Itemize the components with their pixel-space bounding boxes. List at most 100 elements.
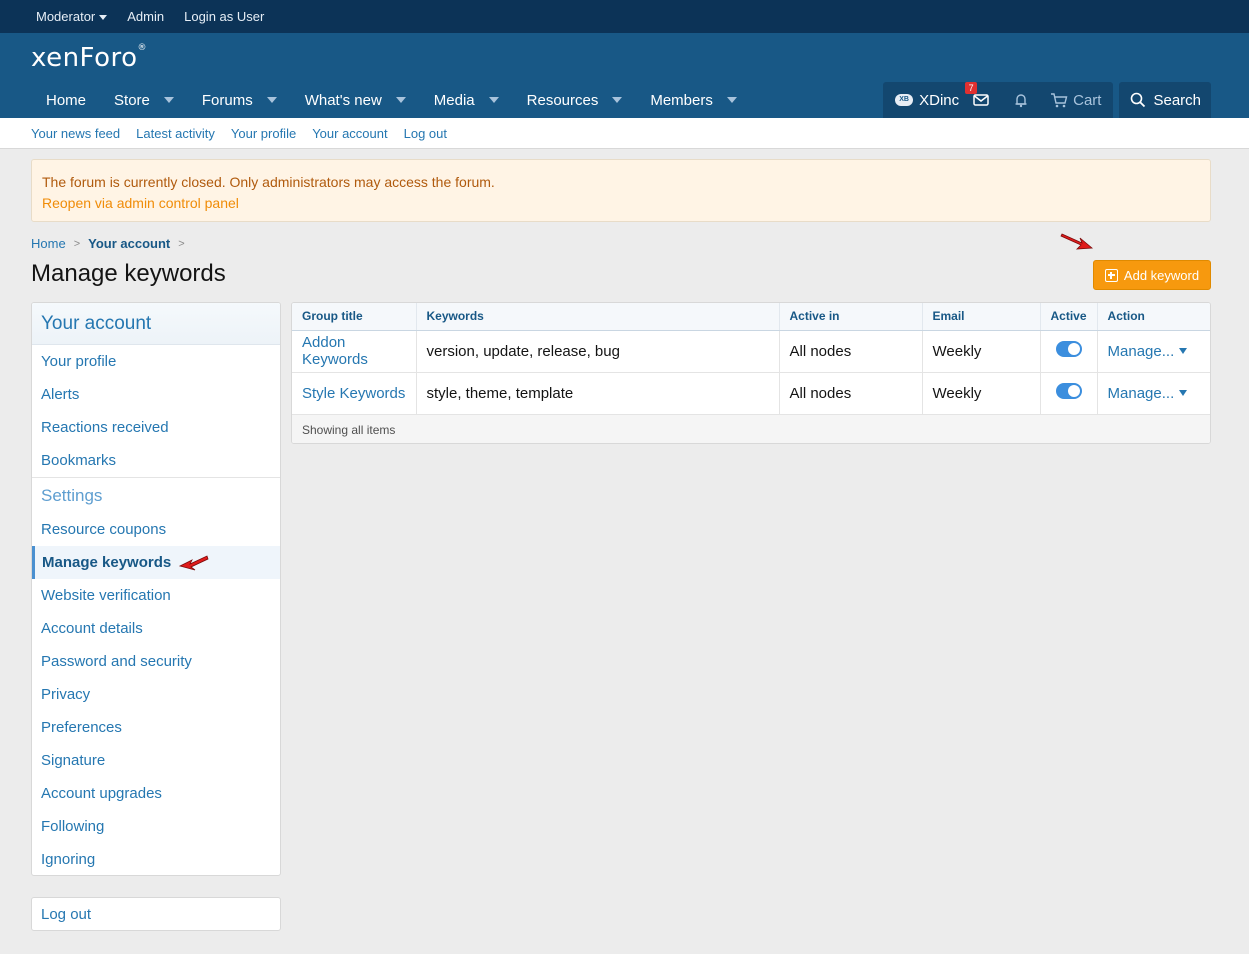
annotation-arrow-icon [179,554,209,570]
cart-link[interactable]: Cart [1049,90,1101,110]
nav-media-label: Media [433,91,475,109]
inbox-badge: 7 [965,82,978,94]
login-as-user-link[interactable]: Login as User [184,9,264,24]
sidebar-item-preferences[interactable]: Preferences [32,711,280,744]
col-active[interactable]: Active [1040,303,1098,331]
nav-store-label: Store [114,91,150,109]
chevron-down-icon[interactable] [612,97,623,103]
chevron-down-icon [99,15,108,21]
site-logo[interactable]: xenForo® [31,43,147,73]
breadcrumb-your-account[interactable]: Your account [88,236,170,251]
col-action: Action [1097,303,1210,331]
sidebar-logout[interactable]: Log out [31,897,281,931]
subnav-latest-activity[interactable]: Latest activity [136,126,215,141]
keywords-cell: style, theme, template [416,372,780,415]
moderator-menu[interactable]: Moderator [36,9,108,24]
group-title-cell[interactable]: Style Keywords [292,372,417,415]
forum-closed-notice: The forum is currently closed. Only admi… [31,159,1211,222]
annotation-arrow-icon [1060,233,1094,250]
group-title-cell[interactable]: Addon Keywords [292,330,417,373]
sidebar-item-signature[interactable]: Signature [32,744,280,777]
active-in-cell: All nodes [779,372,923,415]
nav-home-label: Home [46,91,87,109]
nav-store[interactable]: Store [100,82,188,118]
bell-icon [1015,94,1027,108]
breadcrumb-home[interactable]: Home [31,236,66,251]
nav-whats-new[interactable]: What's new [291,82,420,118]
chevron-down-icon[interactable] [726,97,737,103]
sidebar-item-account-details[interactable]: Account details [32,612,280,645]
active-toggle[interactable] [1055,383,1082,399]
manage-menu[interactable]: Manage... [1108,385,1200,402]
search-label: Search [1153,91,1201,109]
sidebar-item-manage-keywords[interactable]: Manage keywords [32,546,280,579]
keywords-table: Group title Keywords Active in Email Act… [292,303,1210,415]
col-keywords[interactable]: Keywords [416,303,780,331]
add-keyword-button[interactable]: Add keyword [1093,260,1211,290]
sidebar-item-password-security[interactable]: Password and security [32,645,280,678]
nav-forums-label: Forums [201,91,253,109]
subnav-your-profile[interactable]: Your profile [231,126,296,141]
sidebar-item-resource-coupons[interactable]: Resource coupons [32,513,280,546]
nav-forums[interactable]: Forums [188,82,291,118]
chevron-down-icon[interactable] [488,97,499,103]
nav-members[interactable]: Members [636,82,751,118]
nav-right: XB XDinc 7 Cart Search [883,82,1211,118]
search-button[interactable]: Search [1119,82,1211,118]
account-sidebar: Your account Your profile Alerts Reactio… [31,302,281,876]
subnav-your-account[interactable]: Your account [312,126,387,141]
admin-link[interactable]: Admin [127,9,164,24]
chevron-down-icon[interactable] [395,97,406,103]
nav-media[interactable]: Media [420,82,513,118]
active-in-cell: All nodes [779,330,923,373]
chevron-down-icon [1179,390,1188,396]
col-email[interactable]: Email [922,303,1041,331]
subnav-news-feed[interactable]: Your news feed [31,126,120,141]
chevron-down-icon[interactable] [163,97,174,103]
col-active-in[interactable]: Active in [779,303,923,331]
inbox-icon[interactable]: 7 [965,82,991,110]
sidebar-item-ignoring[interactable]: Ignoring [32,843,280,875]
moderator-label: Moderator [36,9,96,24]
search-icon [1131,92,1146,108]
avatar: XB [895,94,914,106]
nav-resources[interactable]: Resources [513,82,637,118]
table-header-row: Group title Keywords Active in Email Act… [292,303,1210,331]
chevron-right-icon: > [178,237,185,250]
page-title: Manage keywords [31,260,226,287]
sidebar-item-reactions-received[interactable]: Reactions received [32,411,280,444]
nav-home[interactable]: Home [32,82,100,118]
active-toggle[interactable] [1055,341,1082,357]
reopen-link[interactable]: Reopen via admin control panel [42,193,1200,214]
plus-square-icon [1104,268,1118,282]
chevron-down-icon[interactable] [266,97,277,103]
user-menu[interactable]: XB XDinc [895,92,959,109]
sidebar-item-your-profile[interactable]: Your profile [32,345,280,378]
sidebar-item-website-verification[interactable]: Website verification [32,579,280,612]
add-keyword-label: Add keyword [1123,267,1200,283]
notice-message: The forum is currently closed. Only admi… [42,174,495,190]
username: XDinc [919,91,960,109]
alerts-bell-icon[interactable] [1011,90,1031,110]
manage-label: Manage... [1107,384,1175,402]
sidebar-item-alerts[interactable]: Alerts [32,378,280,411]
sidebar-header: Your account [32,303,280,345]
col-group-title[interactable]: Group title [292,303,417,331]
action-cell: Manage... [1097,372,1210,415]
chevron-right-icon: > [73,237,81,250]
chevron-down-icon [1179,348,1188,354]
sidebar-item-bookmarks[interactable]: Bookmarks [32,444,280,477]
sidebar-item-account-upgrades[interactable]: Account upgrades [32,777,280,810]
action-cell: Manage... [1097,330,1210,373]
table-row: Addon Keywords version, update, release,… [292,330,1210,373]
sidebar-item-privacy[interactable]: Privacy [32,678,280,711]
manage-menu[interactable]: Manage... [1108,343,1200,360]
active-cell [1040,330,1098,373]
cart-label: Cart [1073,91,1102,109]
subnav-log-out[interactable]: Log out [404,126,447,141]
nav-members-label: Members [650,91,713,109]
registered-mark: ® [137,43,148,53]
main-nav: Home Store Forums What's new Media Resou… [32,82,751,118]
sidebar-item-following[interactable]: Following [32,810,280,843]
cart-icon [1051,93,1068,108]
